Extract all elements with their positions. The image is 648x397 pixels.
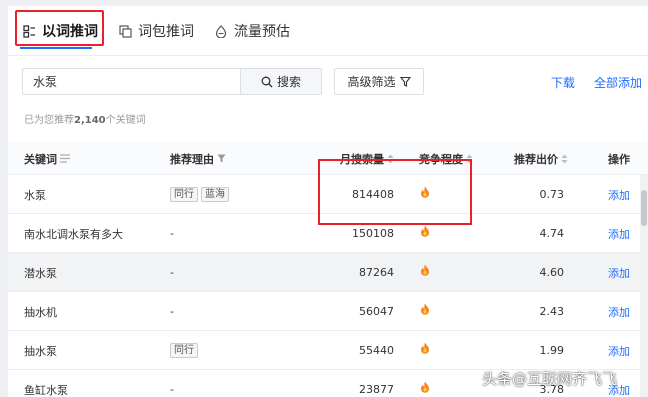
result-count: 已为您推荐2,140个关键词 (24, 111, 146, 126)
suggested-bid-cell: 4.60 (539, 266, 565, 279)
header-keyword-label: 关键词 (24, 152, 57, 166)
watermark: 头条@互联网齐飞飞 (482, 370, 618, 388)
monthly-search-cell: 55440 (359, 344, 394, 357)
reason-cell: 同行 蓝海 (170, 175, 232, 214)
search-input[interactable]: 水泵 (22, 68, 240, 95)
tab-traffic-estimate[interactable]: 流量预估 (214, 19, 290, 43)
flame-icon (420, 303, 430, 315)
add-keyword-button[interactable]: 添加 (608, 214, 630, 253)
add-keyword-button[interactable]: 添加 (608, 292, 630, 331)
reason-cell: 同行 (170, 331, 201, 370)
tab-bar: 以词推词 词包推词 流量预估 (8, 6, 648, 56)
advanced-filter-label: 高级筛选 (347, 75, 396, 89)
keyword-tool-panel: 以词推词 词包推词 流量预估 水泵 搜索 高级筛选 下载 全部添加 已为您推荐2… (8, 6, 648, 397)
reason-tag: 蓝海 (201, 187, 229, 202)
reason-text: - (170, 305, 174, 318)
table-row: 抽水机 - 56047 2.43 添加 (8, 292, 640, 331)
add-keyword-button[interactable]: 添加 (608, 175, 630, 214)
tab-label: 流量预估 (234, 24, 290, 40)
filter-icon[interactable] (214, 154, 226, 163)
reason-tag: 同行 (170, 343, 198, 358)
flame-icon (420, 264, 430, 276)
filter-icon (396, 76, 411, 87)
sort-icon[interactable] (558, 154, 568, 164)
reason-tag: 同行 (170, 187, 198, 202)
monthly-search-cell: 87264 (359, 266, 394, 279)
annotation-box-monthly-search (318, 159, 472, 225)
header-operation: 操作 (608, 152, 630, 166)
suggested-bid-cell: 1.99 (539, 344, 565, 357)
scrollbar-thumb[interactable] (641, 190, 647, 226)
suggested-bid-cell: 4.74 (539, 227, 565, 240)
header-keyword[interactable]: 关键词 (24, 142, 70, 175)
header-reason-label: 推荐理由 (170, 152, 214, 166)
column-settings-icon (57, 154, 70, 163)
add-keyword-button[interactable]: 添加 (608, 253, 630, 292)
active-tab-indicator (20, 47, 92, 49)
traffic-icon (214, 24, 228, 38)
competition-cell (420, 289, 430, 328)
reason-cell: - (170, 370, 174, 397)
result-count-suffix: 个关键词 (105, 115, 146, 126)
keyword-cell: 抽水泵 (24, 344, 57, 358)
advanced-filter-button[interactable]: 高级筛选 (334, 68, 424, 95)
search-icon (261, 76, 277, 88)
tab-label: 词包推词 (138, 24, 194, 40)
keyword-cell: 南水北调水泵有多大 (24, 227, 123, 241)
add-all-link[interactable]: 全部添加 (594, 74, 642, 91)
search-button-label: 搜索 (276, 75, 301, 89)
table-row: 抽水泵 同行 55440 1.99 添加 (8, 331, 640, 370)
monthly-search-cell: 23877 (359, 383, 394, 396)
reason-text: - (170, 383, 174, 396)
tab-keyword-package[interactable]: 词包推词 (118, 19, 194, 43)
competition-cell (420, 250, 430, 289)
reason-text: - (170, 227, 174, 240)
table-row: 潜水泵 - 87264 4.60 添加 (8, 253, 640, 292)
package-icon (118, 24, 132, 38)
competition-cell (420, 328, 430, 367)
suggested-bid-cell: 0.73 (539, 188, 565, 201)
header-reason[interactable]: 推荐理由 (170, 142, 226, 175)
flame-icon (420, 381, 430, 393)
add-keyword-button[interactable]: 添加 (608, 331, 630, 370)
keyword-cell: 鱼缸水泵 (24, 383, 68, 397)
result-count-number: 2,140 (74, 115, 106, 126)
flame-icon (420, 342, 430, 354)
monthly-search-cell: 56047 (359, 305, 394, 318)
flame-icon (420, 225, 430, 237)
search-button[interactable]: 搜索 (240, 68, 322, 95)
header-suggested-bid[interactable]: 推荐出价 (514, 142, 568, 175)
annotation-box-tab (15, 10, 104, 46)
download-link[interactable]: 下载 (551, 74, 575, 91)
reason-cell: - (170, 253, 174, 292)
reason-cell: - (170, 214, 174, 253)
reason-text: - (170, 266, 174, 279)
result-count-prefix: 已为您推荐 (24, 115, 74, 126)
competition-cell (420, 367, 430, 397)
suggested-bid-cell: 2.43 (539, 305, 565, 318)
header-suggested-bid-label: 推荐出价 (514, 152, 558, 166)
reason-cell: - (170, 292, 174, 331)
keyword-cell: 水泵 (24, 188, 46, 202)
search-input-value: 水泵 (33, 75, 58, 89)
keyword-cell: 抽水机 (24, 305, 57, 319)
keyword-cell: 潜水泵 (24, 266, 57, 280)
